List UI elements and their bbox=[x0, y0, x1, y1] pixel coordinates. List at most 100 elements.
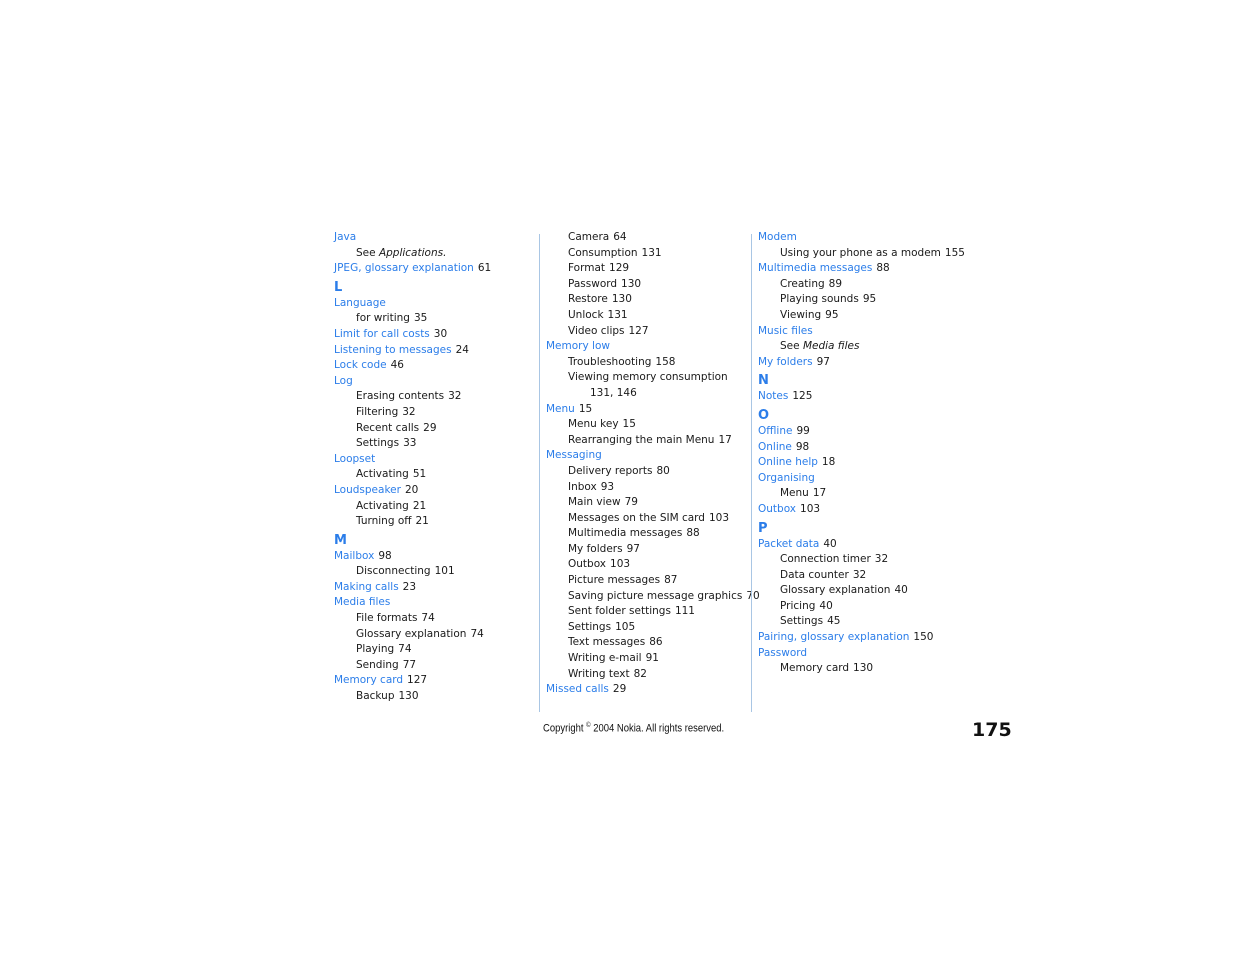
copyright-symbol: © bbox=[586, 722, 591, 729]
index-term-link[interactable]: Pairing, glossary explanation bbox=[758, 631, 909, 643]
index-entry: Limit for call costs 30 bbox=[334, 327, 534, 343]
page-reference: 64 bbox=[613, 231, 627, 243]
index-entry: Password bbox=[758, 646, 978, 662]
index-subterm: Recent calls bbox=[356, 421, 420, 434]
index-subentry: Activating 21 bbox=[334, 499, 534, 515]
index-subentry: Password 130 bbox=[546, 277, 746, 293]
index-term-link[interactable]: Music files bbox=[758, 325, 813, 337]
index-subentry: Playing 74 bbox=[334, 642, 534, 658]
page-reference: 32 bbox=[874, 553, 889, 566]
index-subentry: Multimedia messages 88 bbox=[546, 526, 746, 542]
index-subentry: Glossary explanation 40 bbox=[758, 583, 978, 599]
index-subterm: Outbox bbox=[568, 558, 607, 571]
index-term-link[interactable]: Messaging bbox=[546, 449, 602, 461]
index-column-1: Java See Applications. JPEG, glossary expl… bbox=[334, 230, 534, 705]
index-section-letter: M bbox=[334, 532, 347, 548]
index-term-link[interactable]: Language bbox=[334, 297, 386, 309]
index-term-link[interactable]: Password bbox=[758, 647, 807, 659]
index-subterm: Rearranging the main Menu bbox=[568, 433, 715, 446]
index-subterm: Disconnecting bbox=[356, 565, 431, 578]
index-term-link[interactable]: Offline bbox=[758, 425, 792, 437]
index-subterm: 131, 146 bbox=[590, 386, 637, 399]
index-subterm: Erasing contents bbox=[356, 390, 445, 403]
page-reference: 130 bbox=[611, 293, 632, 306]
index-entry: JPEG, glossary explanation 61 bbox=[334, 261, 534, 277]
index-subterm: Inbox bbox=[568, 480, 597, 493]
page-reference: 99 bbox=[796, 424, 810, 437]
index-term-link[interactable]: Online help bbox=[758, 456, 818, 468]
index-term-link[interactable]: JPEG, glossary explanation bbox=[334, 262, 474, 274]
page-reference: 155 bbox=[944, 246, 965, 259]
index-term-link[interactable]: Outbox bbox=[758, 503, 796, 515]
see-target: Media files bbox=[802, 340, 860, 353]
index-subentry: Connection timer 32 bbox=[758, 552, 978, 568]
index-see-reference: See Media files bbox=[758, 339, 978, 355]
index-term-link[interactable]: Memory card bbox=[334, 674, 403, 686]
index-section-letter: N bbox=[758, 373, 769, 389]
page-reference: 103 bbox=[610, 558, 631, 571]
index-term-link[interactable]: Modem bbox=[758, 231, 797, 243]
page-reference: 33 bbox=[403, 437, 417, 450]
page-reference: 127 bbox=[407, 674, 428, 687]
index-subterm: Playing bbox=[356, 643, 395, 656]
index-term-link[interactable]: Lock code bbox=[334, 359, 387, 371]
index-subentry: Format 129 bbox=[546, 261, 746, 277]
page-reference: 17 bbox=[812, 487, 827, 500]
page-reference: 129 bbox=[609, 262, 630, 275]
index-subentry: Sent folder settings 111 bbox=[546, 604, 746, 620]
index-term-link[interactable]: Missed calls bbox=[546, 683, 609, 695]
index-subentry: Pricing 40 bbox=[758, 599, 978, 615]
index-term-link[interactable]: Loopset bbox=[334, 453, 375, 465]
page-reference: 29 bbox=[612, 683, 627, 696]
index-term-link[interactable]: Listening to messages bbox=[334, 344, 452, 356]
index-subterm: Sending bbox=[356, 658, 399, 671]
index-subentry: Playing sounds 95 bbox=[758, 292, 978, 308]
index-column-3: Modem Using your phone as a modem 155 Multi… bbox=[758, 230, 978, 677]
index-subterm: Data counter bbox=[780, 568, 849, 581]
index-subterm: Settings bbox=[568, 620, 612, 633]
index-subentry: Picture messages 87 bbox=[546, 573, 746, 589]
index-term-link[interactable]: Memory low bbox=[546, 340, 610, 352]
index-term-link[interactable]: Packet data bbox=[758, 538, 819, 550]
index-term-link[interactable]: Organising bbox=[758, 472, 815, 484]
index-entry: Missed calls 29 bbox=[546, 682, 746, 698]
index-entry: Lock code 46 bbox=[334, 358, 534, 374]
index-subentry: Disconnecting 101 bbox=[334, 564, 534, 580]
index-term-link[interactable]: Online bbox=[758, 441, 792, 453]
index-term-link[interactable]: Media files bbox=[334, 596, 390, 608]
index-subentry: Menu key 15 bbox=[546, 417, 746, 433]
index-term-link[interactable]: Mailbox bbox=[334, 550, 374, 562]
column-divider bbox=[751, 234, 752, 712]
page-reference: 32 bbox=[402, 405, 416, 418]
index-term-link[interactable]: My folders bbox=[758, 356, 813, 368]
index-subterm: Viewing memory consumption bbox=[568, 371, 728, 384]
page-reference: 103 bbox=[708, 511, 730, 524]
page-reference: 111 bbox=[674, 605, 695, 618]
index-term-link[interactable]: Loudspeaker bbox=[334, 484, 401, 496]
index-term-link[interactable]: Log bbox=[334, 375, 353, 387]
index-term-link[interactable]: Limit for call costs bbox=[334, 328, 430, 340]
see-prefix: See bbox=[780, 340, 800, 353]
page-reference: 87 bbox=[664, 574, 678, 587]
page-reference: 131 bbox=[607, 308, 628, 321]
index-entry: Mailbox 98 bbox=[334, 549, 534, 565]
page-reference: 46 bbox=[390, 359, 404, 372]
index-term-link[interactable]: Java bbox=[334, 231, 356, 243]
index-subterm: Memory card bbox=[780, 662, 850, 675]
page-reference: 18 bbox=[821, 456, 836, 469]
index-term-link[interactable]: Menu bbox=[546, 403, 575, 415]
index-term-link[interactable]: Notes bbox=[758, 390, 788, 402]
index-subentry: Turning off 21 bbox=[334, 514, 534, 530]
copyright-footer: Copyright © 2004 Nokia. All rights reser… bbox=[543, 722, 724, 735]
index-entry: My folders 97 bbox=[758, 355, 978, 371]
index-subentry: Text messages 86 bbox=[546, 635, 746, 651]
index-term-link[interactable]: Making calls bbox=[334, 581, 399, 593]
index-subentry: Menu 17 bbox=[758, 486, 978, 502]
index-entry: Messaging bbox=[546, 448, 746, 464]
index-term-link[interactable]: Multimedia messages bbox=[758, 262, 872, 274]
index-subentry: Viewing 95 bbox=[758, 308, 978, 324]
index-subentry: Main view 79 bbox=[546, 495, 746, 511]
page-reference: 91 bbox=[645, 652, 659, 665]
page-reference: 80 bbox=[656, 464, 670, 477]
index-subterm: Saving picture message graphics bbox=[568, 589, 743, 602]
